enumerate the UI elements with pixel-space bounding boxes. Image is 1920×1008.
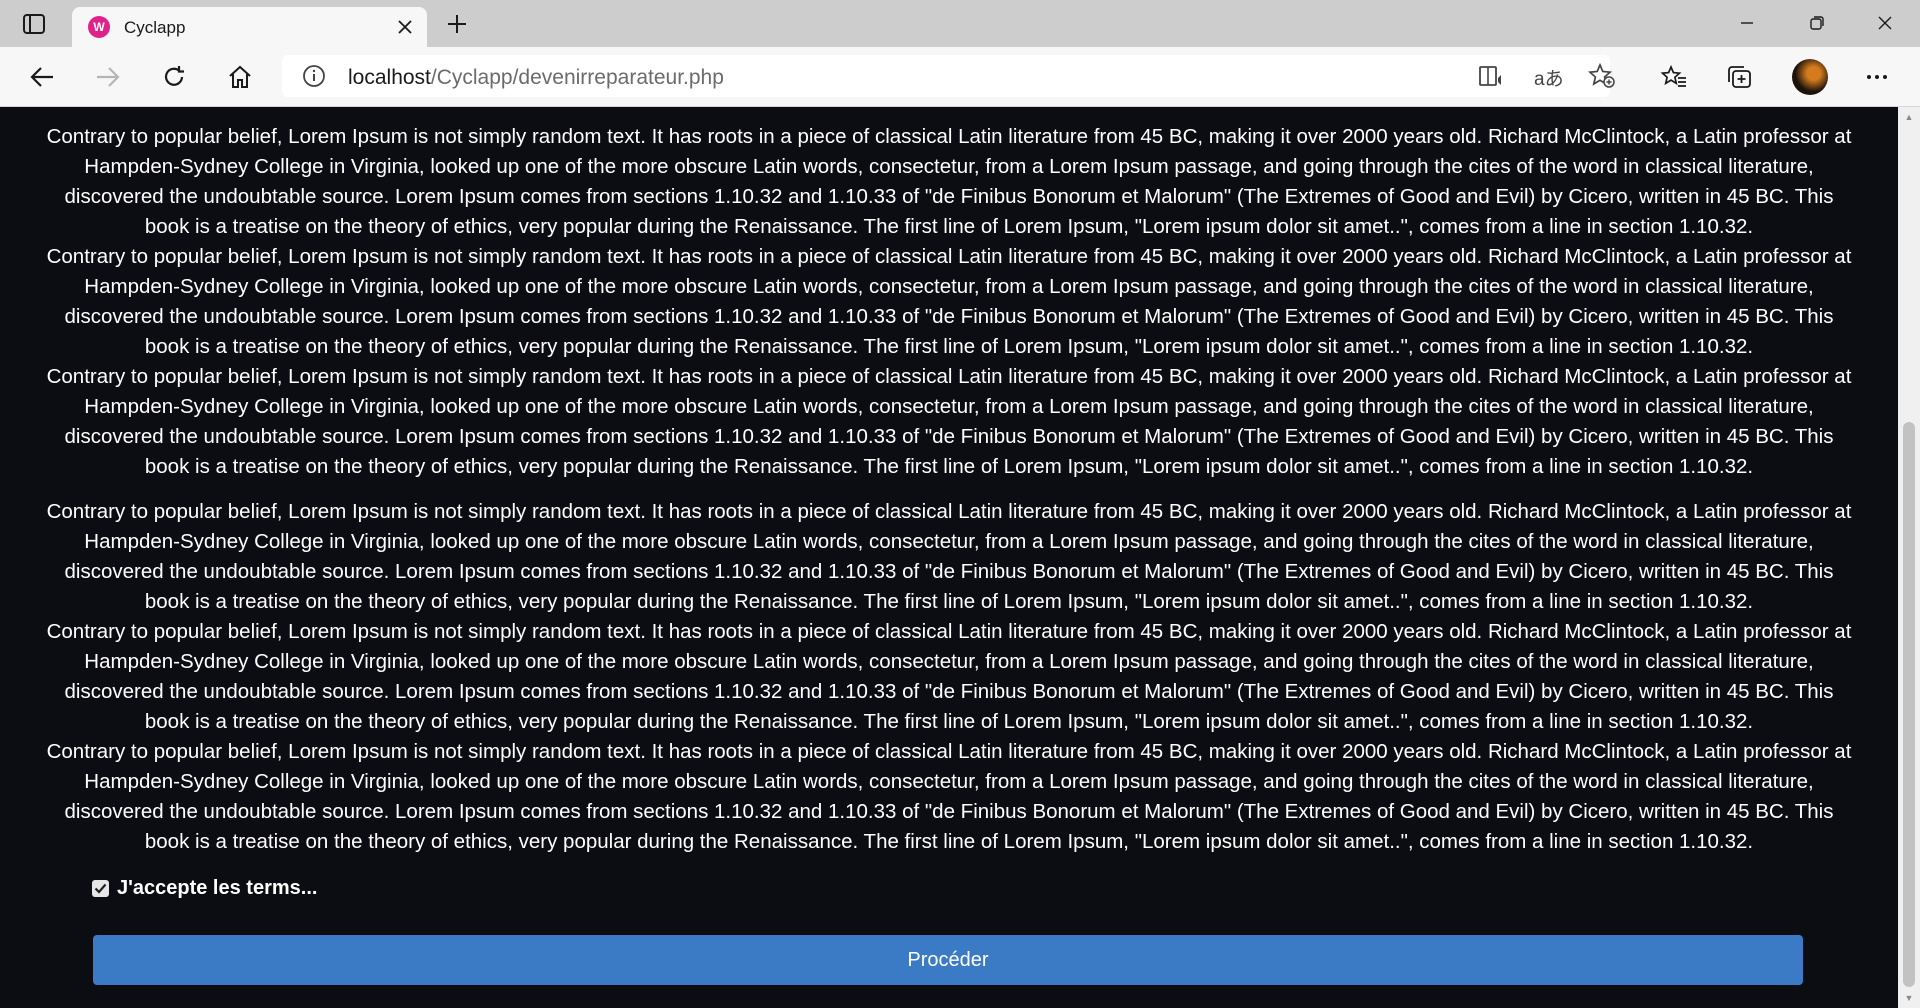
tab-strip: W Cyclapp	[0, 0, 1920, 47]
translate-icon[interactable]: aあ	[1534, 64, 1564, 91]
tab-actions-icon[interactable]	[18, 10, 50, 38]
scroll-down-arrow-icon[interactable]: ▼	[1903, 992, 1915, 1004]
refresh-icon[interactable]	[157, 60, 191, 94]
minimize-icon[interactable]	[1724, 6, 1770, 40]
browser-tab[interactable]: W Cyclapp	[72, 7, 427, 47]
lorem-paragraph: Contrary to popular belief, Lorem Ipsum …	[46, 245, 1852, 358]
collections-icon[interactable]	[1722, 60, 1756, 94]
cyclapp-favicon-icon: W	[88, 16, 110, 38]
more-options-icon[interactable]	[1860, 60, 1894, 94]
site-info-icon[interactable]	[302, 64, 326, 93]
browser-toolbar: localhost/Cyclapp/devenirreparateur.php …	[0, 47, 1920, 107]
url-path: /Cyclapp/devenirreparateur.php	[430, 66, 724, 89]
url-host: localhost	[348, 66, 431, 89]
tab-title: Cyclapp	[124, 18, 186, 37]
text-block-1: Contrary to popular belief, Lorem Ipsum …	[40, 122, 1858, 482]
terms-checkbox[interactable]	[92, 880, 109, 897]
close-window-icon[interactable]	[1862, 6, 1908, 40]
close-tab-icon[interactable]	[393, 15, 417, 39]
scroll-up-arrow-icon[interactable]: ▲	[1903, 111, 1915, 123]
lorem-paragraph: Contrary to popular belief, Lorem Ipsum …	[46, 740, 1852, 853]
terms-label[interactable]: J'accepte les terms...	[117, 877, 317, 900]
forward-arrow-icon[interactable]	[91, 60, 125, 94]
page-scrollbar[interactable]: ▲ ▼	[1898, 107, 1920, 1008]
lorem-paragraph: Contrary to popular belief, Lorem Ipsum …	[46, 125, 1852, 238]
restore-icon[interactable]	[1794, 6, 1840, 40]
lorem-paragraph: Contrary to popular belief, Lorem Ipsum …	[46, 620, 1852, 733]
scroll-thumb[interactable]	[1903, 422, 1915, 987]
add-favorite-icon[interactable]	[1587, 62, 1616, 94]
back-arrow-icon[interactable]	[25, 60, 59, 94]
terms-row: J'accepte les terms...	[92, 877, 317, 900]
lorem-paragraph: Contrary to popular belief, Lorem Ipsum …	[46, 500, 1852, 613]
profile-avatar[interactable]	[1792, 59, 1828, 95]
favorites-icon[interactable]	[1657, 60, 1691, 94]
proceed-button[interactable]: Procéder	[93, 935, 1803, 985]
lorem-paragraph: Contrary to popular belief, Lorem Ipsum …	[46, 365, 1852, 478]
new-tab-icon[interactable]	[442, 10, 472, 38]
text-block-2: Contrary to popular belief, Lorem Ipsum …	[40, 497, 1858, 857]
address-bar[interactable]: localhost/Cyclapp/devenirreparateur.php …	[282, 55, 1615, 97]
immersive-reader-icon[interactable]	[1478, 64, 1506, 93]
url-text[interactable]: localhost/Cyclapp/devenirreparateur.php	[348, 66, 724, 90]
page-content: Contrary to popular belief, Lorem Ipsum …	[0, 107, 1898, 1008]
home-icon[interactable]	[223, 60, 257, 94]
